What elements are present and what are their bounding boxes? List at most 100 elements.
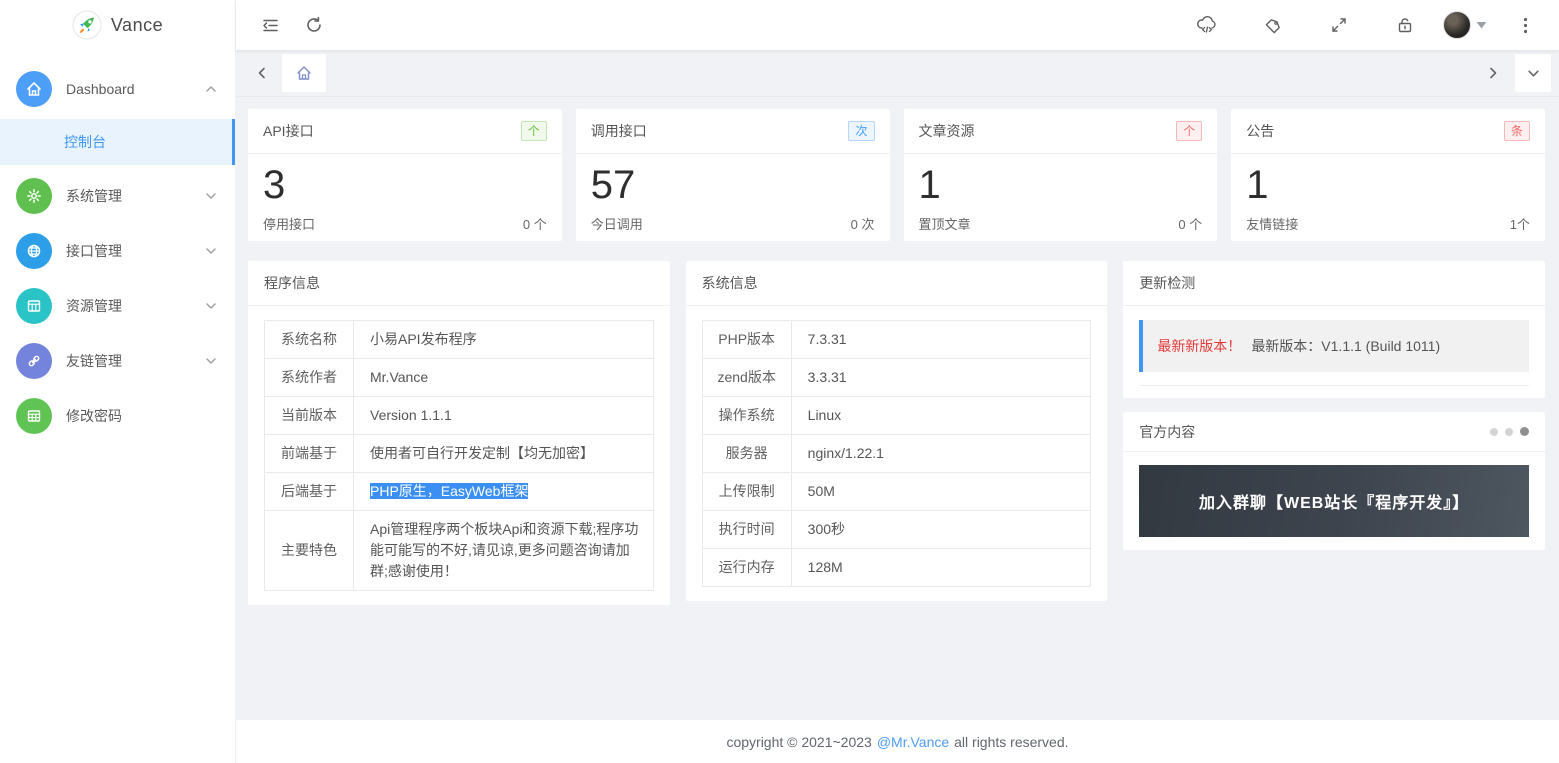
- collapse-menu-icon[interactable]: [254, 9, 286, 41]
- brand-name: Vance: [110, 14, 164, 35]
- brand[interactable]: Vance: [0, 0, 235, 50]
- table-row: 当前版本 Version 1.1.1: [264, 396, 654, 435]
- footer-prefix: copyright © 2021~2023: [726, 733, 872, 750]
- banner-text: 加入群聊【WEB站长『程序开发』】: [1198, 495, 1470, 512]
- table-row: PHP版本 7.3.31: [701, 320, 1092, 359]
- header-right-icons: [1191, 9, 1541, 41]
- panel-title: 更新检测: [1139, 275, 1196, 291]
- panel-title: 系统信息: [701, 275, 758, 291]
- footer-author-link[interactable]: @Mr.Vance: [877, 734, 949, 750]
- grid-icon: [16, 288, 52, 324]
- stat-foot-label: 停用接口: [263, 217, 316, 232]
- sidebar-item-label: 修改密码: [66, 408, 122, 424]
- fullscreen-icon[interactable]: [1323, 9, 1355, 41]
- info-panels-row: 程序信息 系统名称 小易API发布程序 系统作者 Mr.Vance 当前版本 Vers…: [248, 261, 1545, 605]
- selected-text: PHP原生，EasyWeb框架: [370, 483, 529, 499]
- chevron-down-icon: [1527, 70, 1539, 76]
- stat-foot-value: 0 个: [1178, 217, 1203, 232]
- update-alert-text: 最新版本：V1.1.1 (Build 1011): [1251, 338, 1441, 354]
- chevron-down-icon: [205, 245, 217, 257]
- official-content-panel: 官方内容 加入群聊【WEB站长『程序开发』】: [1123, 412, 1545, 550]
- stat-card-calls: 调用接口 次 57 今日调用 0 次: [575, 109, 890, 241]
- stat-card-announcements: 公告 条 1 友情链接 1个: [1231, 109, 1545, 241]
- table-row: 主要特色 Api管理程序两个板块Api和资源下载;程序功能可能写的不好,请见谅,更…: [264, 510, 654, 591]
- stat-foot-value: 0 次: [850, 217, 875, 232]
- home-icon: [297, 66, 311, 80]
- sidebar-item-label: Dashboard: [66, 81, 135, 97]
- rocket-icon: [72, 10, 102, 40]
- update-check-panel: 更新检测 最新新版本！ 最新版本：V1.1.1 (Build 1011): [1123, 261, 1545, 398]
- avatar[interactable]: [1443, 11, 1471, 39]
- stat-card-articles: 文章资源 个 1 置顶文章 0 个: [903, 109, 1218, 241]
- program-info-panel: 程序信息 系统名称 小易API发布程序 系统作者 Mr.Vance 当前版本 Vers…: [248, 261, 670, 605]
- divider: [1139, 385, 1529, 386]
- stat-badge: 条: [1503, 121, 1530, 141]
- update-alert-highlight: 最新新版本！: [1157, 338, 1242, 354]
- stat-value: 1: [918, 163, 941, 207]
- sidebar-item-label: 友链管理: [66, 353, 122, 369]
- stat-card-api: API接口 个 3 停用接口 0 个: [248, 109, 562, 241]
- sidebar-item-console[interactable]: 控制台: [0, 119, 235, 165]
- user-menu[interactable]: [1443, 11, 1487, 39]
- stat-foot-label: 友情链接: [1246, 217, 1299, 232]
- stat-value: 3: [263, 163, 286, 207]
- table-row: 服务器 nginx/1.22.1: [701, 434, 1092, 473]
- table-row: 运行内存 128M: [701, 548, 1092, 587]
- dashboard-content: API接口 个 3 停用接口 0 个 调用接口 次 57 今日调用 0 次 文章…: [236, 97, 1559, 720]
- chevron-up-icon: [205, 83, 217, 95]
- sidebar-item-friendlink-management[interactable]: 友链管理: [0, 336, 235, 386]
- table-row: zend版本 3.3.31: [701, 358, 1092, 397]
- stat-title: 调用接口: [590, 123, 647, 139]
- stat-title: 文章资源: [918, 123, 975, 139]
- carousel-dot-active[interactable]: [1519, 427, 1529, 436]
- refresh-icon[interactable]: [298, 9, 330, 41]
- table-row: 执行时间 300秒: [701, 510, 1092, 549]
- lock-icon[interactable]: [1389, 9, 1421, 41]
- stat-badge: 次: [848, 121, 875, 141]
- system-info-table: PHP版本 7.3.31 zend版本 3.3.31 操作系统 Linux 服务器 ng…: [701, 320, 1092, 587]
- cloud-code-icon[interactable]: [1191, 9, 1223, 41]
- tab-home[interactable]: [282, 54, 326, 92]
- top-header: [236, 0, 1559, 50]
- stat-value: 57: [590, 163, 636, 207]
- table-row: 系统名称 小易API发布程序: [264, 320, 654, 359]
- carousel-dot[interactable]: [1489, 427, 1498, 436]
- link-icon: [16, 343, 52, 379]
- sidebar-item-label: 接口管理: [66, 243, 122, 259]
- stat-title: 公告: [1246, 123, 1275, 139]
- caret-down-icon: [1476, 22, 1487, 29]
- sidebar-item-system-management[interactable]: 系统管理: [0, 171, 235, 221]
- tabs-menu-dropdown[interactable]: [1515, 54, 1551, 92]
- sidebar-item-change-password[interactable]: 修改密码: [0, 391, 235, 441]
- table-row: 后端基于 PHP原生，EasyWeb框架: [264, 472, 654, 511]
- grid-icon: [16, 398, 52, 434]
- stat-foot-value: 1个: [1509, 217, 1530, 232]
- sidebar-item-dashboard[interactable]: Dashboard: [0, 64, 235, 114]
- sidebar-item-api-management[interactable]: 接口管理: [0, 226, 235, 276]
- sidebar-item-label: 资源管理: [66, 298, 122, 314]
- tabs-scroll-left-icon[interactable]: [248, 54, 276, 92]
- stat-foot-value: 0 个: [522, 217, 547, 232]
- tag-icon[interactable]: [1257, 9, 1289, 41]
- chevron-down-icon: [205, 355, 217, 367]
- stat-badge: 个: [520, 121, 547, 141]
- table-row: 前端基于 使用者可自行开发定制【均无加密】: [264, 434, 654, 473]
- sidebar: Vance Dashboard 控制台 系统管理 接口管理 资源管理 友链管理 …: [0, 0, 236, 763]
- footer-suffix: all rights reserved.: [954, 733, 1069, 750]
- stat-foot-label: 置顶文章: [918, 217, 971, 232]
- update-alert: 最新新版本！ 最新版本：V1.1.1 (Build 1011): [1139, 320, 1529, 372]
- panel-title: 程序信息: [264, 275, 320, 291]
- official-banner[interactable]: 加入群聊【WEB站长『程序开发』】: [1139, 465, 1529, 537]
- carousel-dot[interactable]: [1504, 427, 1513, 436]
- table-row: 操作系统 Linux: [701, 396, 1092, 435]
- sidebar-menu: Dashboard 控制台 系统管理 接口管理 资源管理 友链管理 修改密码: [0, 50, 235, 441]
- submenu-label: 控制台: [64, 134, 106, 150]
- stat-foot-label: 今日调用: [590, 217, 643, 232]
- more-vertical-icon[interactable]: [1509, 9, 1541, 41]
- tabs-scroll-right-icon[interactable]: [1479, 54, 1507, 92]
- globe-icon: [16, 233, 52, 269]
- stat-cards-row: API接口 个 3 停用接口 0 个 调用接口 次 57 今日调用 0 次 文章…: [248, 109, 1545, 241]
- chevron-down-icon: [205, 190, 217, 202]
- sidebar-item-resource-management[interactable]: 资源管理: [0, 281, 235, 331]
- program-info-table: 系统名称 小易API发布程序 系统作者 Mr.Vance 当前版本 Version 1…: [264, 320, 654, 591]
